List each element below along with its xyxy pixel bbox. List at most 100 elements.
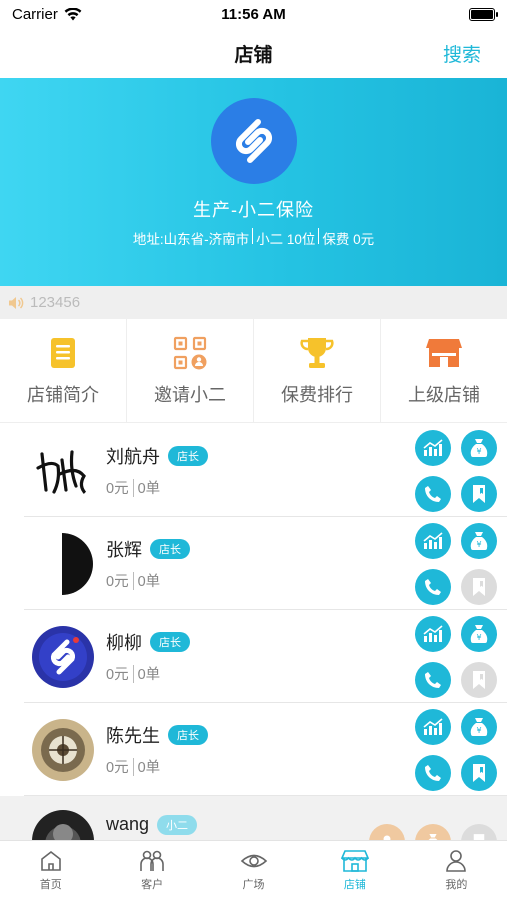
avatar — [32, 718, 94, 781]
notice-bar[interactable]: 123456 — [0, 286, 507, 319]
home-icon — [40, 850, 61, 871]
menu-label: 邀请小二 — [154, 385, 226, 405]
avatar — [32, 532, 94, 595]
svg-text:¥: ¥ — [476, 633, 481, 642]
menu-ranking[interactable]: 保费排行 — [254, 319, 381, 422]
tab-label: 客户 — [141, 879, 164, 891]
money-bag-button[interactable]: ¥ — [461, 429, 497, 466]
call-button[interactable] — [415, 568, 451, 605]
member-amount: 0元 — [106, 481, 129, 497]
shop-logo — [210, 98, 297, 184]
trophy-icon — [299, 335, 335, 371]
bookmark-button[interactable] — [461, 475, 497, 512]
phone-icon — [425, 578, 441, 595]
tab-label: 广场 — [242, 879, 265, 891]
menu-shop-intro[interactable]: 店铺简介 — [0, 319, 127, 422]
member-amount: 0元 — [106, 760, 129, 776]
shop-info: 地址:山东省-济南市 小二 10位 保费 0元 — [130, 228, 377, 248]
role-badge: 小二 — [157, 814, 198, 835]
bookmark-icon — [473, 484, 485, 503]
document-icon — [45, 335, 81, 371]
list-item[interactable]: 张辉 店长 0元 0单 ¥ — [0, 517, 507, 610]
menu-label: 保费排行 — [281, 385, 353, 405]
tab-store[interactable]: 店铺 — [304, 841, 405, 900]
bookmark-button[interactable] — [461, 661, 497, 698]
chart-icon — [423, 624, 443, 642]
member-name: 刘航舟 — [106, 447, 160, 467]
tab-customers[interactable]: 客户 — [101, 841, 202, 900]
role-badge: 店长 — [150, 632, 190, 652]
notice-text: 123456 — [30, 294, 81, 311]
call-button[interactable] — [415, 754, 451, 791]
bookmark-icon — [473, 763, 485, 782]
bookmark-icon — [473, 577, 485, 596]
tab-home[interactable]: 首页 — [0, 841, 101, 900]
phone-icon — [425, 671, 441, 688]
nav-bar: 店铺 搜索 — [0, 28, 507, 78]
phone-icon — [425, 764, 441, 781]
member-orders: 0单 — [137, 667, 161, 683]
menu-invite[interactable]: 邀请小二 — [127, 319, 254, 422]
shop-banner: 生产-小二保险 地址:山东省-济南市 小二 10位 保费 0元 — [0, 78, 507, 286]
profile-icon — [446, 850, 467, 872]
money-bag-button[interactable]: ¥ — [461, 615, 497, 652]
role-badge: 店长 — [150, 539, 190, 559]
menu-label: 店铺简介 — [27, 385, 99, 405]
list-item[interactable]: 刘航舟 店长 0元 0单 ¥ — [0, 424, 507, 517]
member-amount: 0元 — [106, 667, 129, 683]
member-orders: 0单 — [137, 481, 161, 497]
bookmark-button[interactable] — [461, 754, 497, 791]
member-orders: 0单 — [137, 760, 161, 776]
member-name: 张辉 — [106, 540, 142, 560]
role-badge: 店长 — [168, 446, 208, 466]
stats-chart-button[interactable] — [415, 708, 451, 745]
tab-profile[interactable]: 我的 — [406, 841, 507, 900]
store-icon — [340, 850, 369, 872]
search-button[interactable]: 搜索 — [443, 40, 481, 67]
role-badge: 店长 — [168, 725, 208, 745]
tab-label: 店铺 — [343, 879, 366, 891]
phone-icon — [425, 485, 441, 502]
member-name: wang — [106, 814, 150, 834]
shop-name: 生产-小二保险 — [193, 200, 314, 220]
avatar — [32, 439, 94, 502]
stats-chart-button[interactable] — [415, 522, 451, 559]
bookmark-button[interactable] — [461, 568, 497, 605]
shop-menu: 店铺简介 邀请小二 保费排行 上级店铺 — [0, 319, 507, 423]
money-bag-icon: ¥ — [470, 438, 488, 457]
member-orders: 0单 — [137, 574, 161, 590]
qrcode-icon — [172, 335, 208, 371]
call-button[interactable] — [415, 475, 451, 512]
member-name: 柳柳 — [106, 633, 142, 653]
list-item[interactable]: 柳柳 店长 0元 0单 ¥ — [0, 610, 507, 703]
shop-members: 小二 10位 — [256, 232, 316, 247]
page-title: 店铺 — [234, 44, 273, 66]
avatar — [32, 625, 94, 688]
money-bag-icon: ¥ — [470, 717, 488, 736]
stats-chart-button[interactable] — [415, 615, 451, 652]
tab-label: 首页 — [39, 879, 62, 891]
tab-bar: 首页 客户 广场 店铺 我的 — [0, 840, 507, 900]
store-icon — [426, 335, 462, 371]
menu-parent-shop[interactable]: 上级店铺 — [381, 319, 507, 422]
svg-text:¥: ¥ — [476, 540, 481, 549]
chart-icon — [423, 438, 443, 456]
member-amount: 0元 — [106, 574, 129, 590]
brand-logo-icon — [235, 119, 272, 163]
shop-address: 地址:山东省-济南市 — [132, 232, 250, 247]
tab-plaza[interactable]: 广场 — [203, 841, 304, 900]
money-bag-button[interactable]: ¥ — [461, 522, 497, 559]
chart-icon — [423, 531, 443, 549]
member-name: 陈先生 — [106, 726, 160, 746]
tab-label: 我的 — [445, 879, 468, 891]
carrier-label: Carrier — [12, 5, 58, 23]
customers-icon — [140, 850, 164, 871]
call-button[interactable] — [415, 661, 451, 698]
chart-icon — [423, 717, 443, 735]
stats-chart-button[interactable] — [415, 429, 451, 466]
money-bag-icon: ¥ — [470, 531, 488, 550]
money-bag-button[interactable]: ¥ — [461, 708, 497, 745]
list-item[interactable]: 陈先生 店长 0元 0单 ¥ — [0, 703, 507, 796]
menu-label: 上级店铺 — [408, 385, 480, 405]
svg-text:¥: ¥ — [476, 447, 481, 456]
